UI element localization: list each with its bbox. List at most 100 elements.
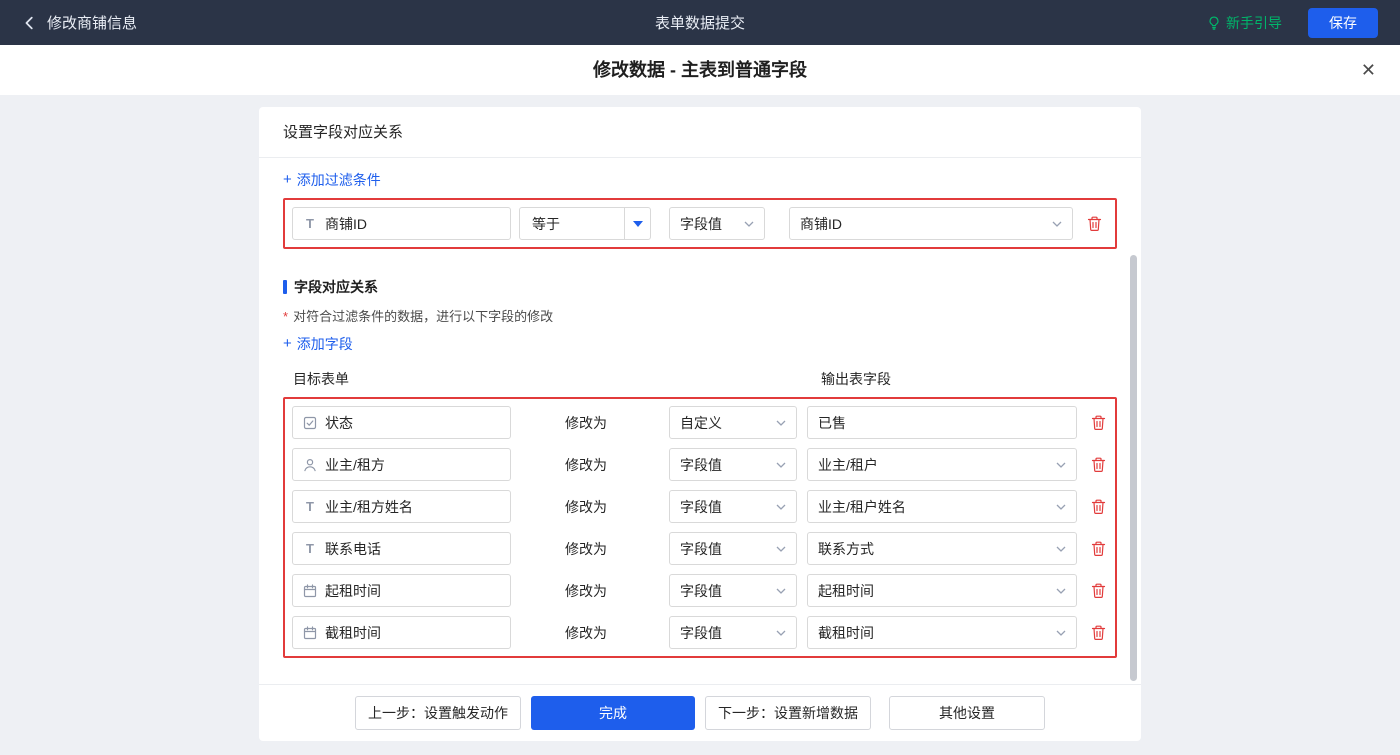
modify-type-value: 字段值 xyxy=(680,582,722,599)
target-field-value: 截租时间 xyxy=(325,624,381,641)
target-field-select[interactable]: 业主/租方 xyxy=(292,448,511,481)
target-field-select[interactable]: T 业主/租方姓名 xyxy=(292,490,511,523)
calendar-field-icon xyxy=(303,583,317,598)
trash-icon xyxy=(1087,216,1102,232)
scrollbar[interactable] xyxy=(1130,255,1137,681)
filter-value-select[interactable]: 商铺ID xyxy=(789,207,1073,240)
mapping-row: 状态 修改为 自定义 已售 xyxy=(292,406,1108,439)
modify-label: 修改为 xyxy=(565,540,607,557)
chevron-down-icon xyxy=(1052,221,1062,227)
mapping-row: 业主/租方 修改为 字段值 业主/租户 xyxy=(292,448,1108,481)
modify-type-select[interactable]: 字段值 xyxy=(669,574,797,607)
chevron-down-icon xyxy=(776,420,786,426)
modify-type-select[interactable]: 字段值 xyxy=(669,448,797,481)
delete-row-button[interactable] xyxy=(1089,455,1108,475)
modify-type-select[interactable]: 字段值 xyxy=(669,616,797,649)
plus-icon: + xyxy=(283,171,292,188)
chevron-down-icon xyxy=(776,630,786,636)
mapping-title: 字段对应关系 xyxy=(294,279,378,295)
filter-value-type: 字段值 xyxy=(680,215,722,232)
trash-icon xyxy=(1091,457,1106,473)
done-button[interactable]: 完成 xyxy=(531,696,695,730)
operator-caret-button[interactable] xyxy=(624,208,650,239)
caret-down-icon xyxy=(632,220,643,227)
target-field-value: 业主/租方 xyxy=(325,456,385,473)
column-output-fields: 输出表字段 xyxy=(821,371,891,387)
delete-row-button[interactable] xyxy=(1089,623,1108,643)
filter-group-box: T 商铺ID 等于 字段值 商铺ID xyxy=(283,198,1117,249)
text-field-icon: T xyxy=(306,216,314,231)
chevron-down-icon xyxy=(1056,630,1066,636)
modify-type-value: 字段值 xyxy=(680,540,722,557)
mapping-row: T 业主/租方姓名 修改为 字段值 业主/租户姓名 xyxy=(292,490,1108,523)
column-target-form: 目标表单 xyxy=(293,371,349,387)
chevron-down-icon xyxy=(776,588,786,594)
modify-label: 修改为 xyxy=(565,498,607,515)
next-step-button[interactable]: 下一步：设置新增数据 xyxy=(705,696,871,730)
trash-icon xyxy=(1091,583,1106,599)
section-accent-bar xyxy=(283,280,287,294)
plus-icon: + xyxy=(283,335,292,352)
output-field-select[interactable]: 业主/租户 xyxy=(807,448,1077,481)
bulb-icon xyxy=(1207,15,1221,30)
modify-type-select[interactable]: 字段值 xyxy=(669,490,797,523)
dialog-title: 修改数据 - 主表到普通字段 xyxy=(593,60,807,80)
mapping-group-box: 状态 修改为 自定义 已售 业主/租方 修改为 字段值 业主/租户 T 业主/租… xyxy=(283,397,1117,658)
filter-value: 商铺ID xyxy=(800,215,842,232)
trash-icon xyxy=(1091,415,1106,431)
topbar: 修改商铺信息 表单数据提交 新手引导 保存 xyxy=(0,0,1400,45)
target-field-select[interactable]: T 联系电话 xyxy=(292,532,511,565)
target-field-select[interactable]: 截租时间 xyxy=(292,616,511,649)
filter-value-type-select[interactable]: 字段值 xyxy=(669,207,765,240)
panel-header: 设置字段对应关系 xyxy=(259,107,1141,158)
modify-type-select[interactable]: 自定义 xyxy=(669,406,797,439)
text-field-icon: T xyxy=(306,499,314,514)
output-field-select[interactable]: 联系方式 xyxy=(807,532,1077,565)
modify-label: 修改为 xyxy=(565,456,607,473)
add-filter-label: 添加过滤条件 xyxy=(296,172,381,188)
chevron-down-icon xyxy=(744,221,754,227)
filter-operator-select[interactable]: 等于 xyxy=(519,207,651,240)
prev-step-button[interactable]: 上一步：设置触发动作 xyxy=(355,696,521,730)
modify-type-value: 字段值 xyxy=(680,456,722,473)
output-field-select[interactable]: 起租时间 xyxy=(807,574,1077,607)
output-value: 业主/租户姓名 xyxy=(818,498,906,515)
delete-row-button[interactable] xyxy=(1089,497,1108,517)
target-field-value: 起租时间 xyxy=(325,582,381,599)
modify-label: 修改为 xyxy=(565,414,607,431)
target-field-value: 联系电话 xyxy=(325,540,381,557)
filter-row: T 商铺ID 等于 字段值 商铺ID xyxy=(292,207,1108,240)
mapping-description: * 对符合过滤条件的数据，进行以下字段的修改 xyxy=(283,306,1117,325)
save-button[interactable]: 保存 xyxy=(1308,7,1379,38)
settings-panel: 设置字段对应关系 + 添加过滤条件 T 商铺ID 等于 字段值 商铺ID 字段对… xyxy=(259,107,1141,741)
chevron-down-icon xyxy=(1056,504,1066,510)
filter-field-select[interactable]: T 商铺ID xyxy=(292,207,511,240)
target-field-value: 业主/租方姓名 xyxy=(325,498,413,515)
guide-link[interactable]: 新手引导 xyxy=(1207,13,1282,33)
output-value-input[interactable]: 已售 xyxy=(807,406,1077,439)
calendar-field-icon xyxy=(303,625,317,640)
modify-label: 修改为 xyxy=(565,582,607,599)
output-field-select[interactable]: 业主/租户姓名 xyxy=(807,490,1077,523)
output-field-select[interactable]: 截租时间 xyxy=(807,616,1077,649)
close-button[interactable]: ✕ xyxy=(1361,58,1376,82)
add-filter-link[interactable]: + 添加过滤条件 xyxy=(283,170,381,190)
delete-row-button[interactable] xyxy=(1089,581,1108,601)
delete-row-button[interactable] xyxy=(1089,539,1108,559)
modify-type-select[interactable]: 字段值 xyxy=(669,532,797,565)
back-button[interactable]: 修改商铺信息 xyxy=(22,12,137,33)
chevron-down-icon xyxy=(776,462,786,468)
output-value: 起租时间 xyxy=(818,582,874,599)
filter-operator-value: 等于 xyxy=(532,215,560,232)
modify-type-value: 字段值 xyxy=(680,498,722,515)
panel-body: + 添加过滤条件 T 商铺ID 等于 字段值 商铺ID 字段对应关系 * 对符合… xyxy=(259,158,1141,658)
target-field-select[interactable]: 起租时间 xyxy=(292,574,511,607)
target-field-value: 状态 xyxy=(325,414,353,431)
delete-filter-button[interactable] xyxy=(1085,214,1104,234)
target-field-select[interactable]: 状态 xyxy=(292,406,511,439)
other-settings-button[interactable]: 其他设置 xyxy=(889,696,1045,730)
chevron-down-icon xyxy=(1056,546,1066,552)
output-value: 截租时间 xyxy=(818,624,874,641)
delete-row-button[interactable] xyxy=(1089,413,1108,433)
add-field-link[interactable]: + 添加字段 xyxy=(283,334,353,354)
